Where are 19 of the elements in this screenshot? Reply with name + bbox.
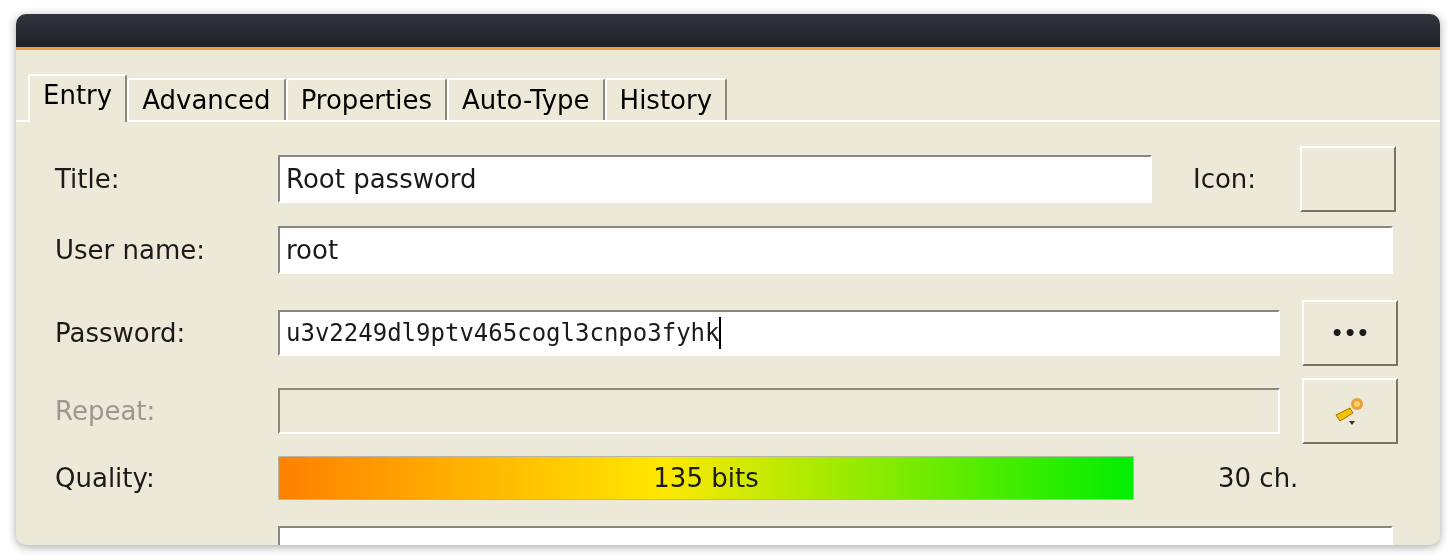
field-label: Password: bbox=[55, 316, 187, 350]
tab[interactable]: Advanced bbox=[127, 78, 286, 120]
field-label: Quality: bbox=[55, 461, 156, 495]
field-label: Repeat: bbox=[55, 394, 157, 428]
password-field[interactable]: u3v2249dl9ptv465cogl3cnpo3fyhk bbox=[278, 310, 1281, 356]
field-label: Title: bbox=[55, 162, 121, 196]
tab[interactable]: Entry bbox=[28, 74, 128, 122]
length-reading: 30 ch. bbox=[1218, 461, 1299, 495]
tab[interactable]: History bbox=[604, 78, 728, 120]
show-password-button[interactable]: ••• bbox=[1302, 300, 1398, 366]
field-label: User name: bbox=[55, 233, 207, 267]
field-label: Icon: bbox=[1193, 162, 1258, 196]
user-name-field[interactable]: root bbox=[278, 226, 1393, 274]
tab[interactable]: Properties bbox=[285, 78, 448, 120]
title-field[interactable]: Root password bbox=[278, 155, 1152, 203]
icon-picker-button[interactable] bbox=[1300, 146, 1396, 212]
tab[interactable]: Auto-Type bbox=[447, 78, 605, 120]
quality-reading: 135 bits bbox=[652, 461, 760, 495]
generate-password-button[interactable] bbox=[1302, 378, 1398, 444]
